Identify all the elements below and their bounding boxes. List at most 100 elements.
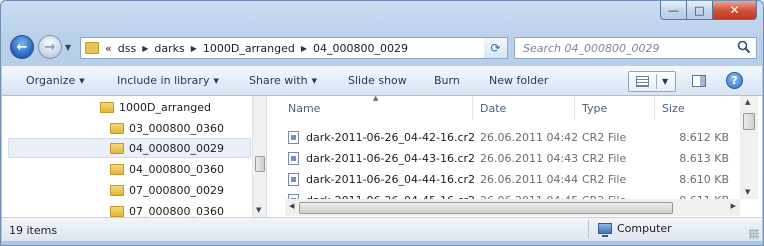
image-file-icon	[288, 131, 299, 144]
column-type[interactable]: Type	[582, 102, 607, 115]
scroll-thumb[interactable]	[255, 156, 265, 172]
folder-icon	[110, 122, 124, 134]
refresh-icon: ⟳	[490, 41, 501, 55]
scroll-up-icon[interactable]: ▲	[745, 98, 750, 106]
breadcrumb-1000d-arranged[interactable]: 1000D_arranged	[203, 42, 295, 55]
tree-item-label: 04_000800_0029	[129, 141, 224, 155]
column-name[interactable]: Name	[288, 102, 320, 115]
tree-item[interactable]: 04_000800_0360	[110, 159, 224, 179]
close-icon: ✕	[729, 3, 740, 17]
chevron-down-icon: ▼	[79, 77, 85, 85]
forward-button[interactable]: →	[38, 35, 62, 59]
scroll-down-icon[interactable]: ▼	[745, 188, 750, 196]
scroll-thumb[interactable]	[299, 202, 673, 214]
file-row[interactable]: dark-2011-06-26_04-42-16.cr2 26.06.2011 …	[284, 128, 734, 148]
chevron-down-icon: ▼	[311, 77, 317, 85]
divider	[656, 74, 657, 89]
scroll-right-icon[interactable]: ▶	[731, 202, 736, 210]
file-name: dark-2011-06-26_04-43-16.cr2	[306, 152, 476, 165]
change-view-button[interactable]: ▼	[628, 71, 676, 92]
close-button[interactable]: ✕	[713, 1, 757, 20]
file-list-vertical-scrollbar[interactable]: ▲ ▼	[740, 96, 758, 199]
file-date: 26.06.2011 04:42	[480, 131, 579, 144]
chevron-down-icon[interactable]: ▼	[662, 77, 668, 86]
include-in-library-menu[interactable]: Include in library ▼	[117, 74, 219, 87]
refresh-button[interactable]: ⟳	[484, 37, 508, 59]
divider	[588, 220, 589, 238]
search-box[interactable]: Search 04_000800_0029	[514, 37, 757, 59]
column-date[interactable]: Date	[480, 102, 506, 115]
file-size: 8.613 KB	[679, 152, 729, 165]
maximize-button[interactable]: □	[687, 1, 713, 20]
scroll-thumb[interactable]	[743, 113, 755, 130]
address-bar[interactable]: « dss ▶ darks ▶ 1000D_arranged ▶ 04_0008…	[80, 37, 506, 59]
minimize-button[interactable]: —	[660, 1, 687, 20]
sort-ascending-icon: ▲	[373, 96, 379, 102]
folder-icon	[110, 205, 124, 217]
file-size: 8.612 KB	[679, 131, 729, 144]
file-type: CR2 File	[582, 152, 627, 165]
scroll-left-icon[interactable]: ◀	[289, 202, 294, 210]
folder-icon	[110, 184, 124, 196]
share-with-menu[interactable]: Share with ▼	[249, 74, 317, 87]
chevron-down-icon: ▼	[213, 77, 219, 85]
tree-item[interactable]: 1000D_arranged	[100, 97, 211, 117]
column-divider[interactable]	[654, 96, 655, 120]
tree-item-label: 1000D_arranged	[119, 100, 212, 114]
help-icon[interactable]: ?	[726, 72, 743, 89]
file-date: 26.06.2011 04:43	[480, 152, 579, 165]
status-bar: 19 items Computer	[2, 217, 762, 241]
file-row[interactable]: dark-2011-06-26_04-44-16.cr2 26.06.2011 …	[284, 170, 734, 190]
navigation-pane: 1000D_arranged 03_000800_0360 04_000800_…	[2, 96, 267, 217]
new-folder-button[interactable]: New folder	[489, 74, 548, 87]
file-row[interactable]: dark-2011-06-26_04-43-16.cr2 26.06.2011 …	[284, 149, 734, 169]
tree-item-selected[interactable]: 04_000800_0029	[8, 138, 251, 158]
maximize-icon: □	[694, 3, 705, 17]
slide-show-button[interactable]: Slide show	[348, 74, 407, 87]
tree-item-label: 03_000800_0360	[129, 121, 224, 135]
minimize-icon: —	[668, 3, 679, 17]
burn-button[interactable]: Burn	[434, 74, 460, 87]
explorer-window: — □ ✕ ← → ▼ « dss ▶ darks ▶ 1000D_arrang…	[0, 0, 764, 246]
breadcrumb-darks[interactable]: darks	[154, 42, 184, 55]
tree-item[interactable]: 07_000800_0360	[110, 201, 224, 217]
tree-item-label: 07_000800_0029	[129, 183, 224, 197]
preview-pane-icon[interactable]	[692, 75, 706, 87]
organize-menu[interactable]: Organize ▼	[26, 74, 85, 87]
breadcrumb-dss[interactable]: dss	[118, 42, 136, 55]
folder-icon	[100, 101, 114, 113]
chevron-right-icon[interactable]: ▶	[301, 44, 307, 53]
chevron-right-icon[interactable]: ▶	[142, 44, 148, 53]
content-area: 1000D_arranged 03_000800_0360 04_000800_…	[2, 96, 762, 217]
chevron-right-icon[interactable]: ▶	[191, 44, 197, 53]
scroll-down-icon[interactable]: ▼	[256, 206, 261, 214]
tree-scrollbar[interactable]: ▼	[252, 96, 266, 217]
column-size[interactable]: Size	[662, 102, 685, 115]
breadcrumb-overflow[interactable]: «	[105, 42, 112, 55]
breadcrumb-current-folder[interactable]: 04_000800_0029	[313, 42, 408, 55]
column-divider[interactable]	[472, 96, 473, 120]
tree-item[interactable]: 07_000800_0029	[110, 180, 224, 200]
caption-buttons: — □ ✕	[660, 1, 757, 21]
file-list-horizontal-scrollbar[interactable]: ◀ ▶	[285, 199, 740, 216]
resize-grip[interactable]	[749, 229, 759, 239]
zone-label: Computer	[617, 222, 672, 235]
zone-indicator: Computer	[598, 222, 672, 237]
computer-icon	[598, 223, 612, 237]
details-view-icon	[636, 76, 649, 87]
include-in-library-label: Include in library	[117, 74, 210, 87]
back-button[interactable]: ←	[10, 35, 34, 59]
tree-item[interactable]: 03_000800_0360	[110, 118, 224, 138]
image-file-icon	[288, 173, 299, 186]
tree-item-label: 04_000800_0360	[129, 162, 224, 176]
file-size: 8.610 KB	[679, 173, 729, 186]
recent-pages-dropdown[interactable]: ▼	[65, 43, 71, 52]
column-divider[interactable]	[574, 96, 575, 120]
command-bar: Organize ▼ Include in library ▼ Share with…	[2, 65, 762, 96]
share-with-label: Share with	[249, 74, 308, 87]
search-input[interactable]: Search 04_000800_0029	[523, 42, 660, 55]
search-icon[interactable]	[737, 40, 751, 54]
forward-arrow-icon: →	[44, 39, 56, 55]
file-type: CR2 File	[582, 173, 627, 186]
column-headers: ▲ Name Date Type Size	[270, 96, 740, 122]
